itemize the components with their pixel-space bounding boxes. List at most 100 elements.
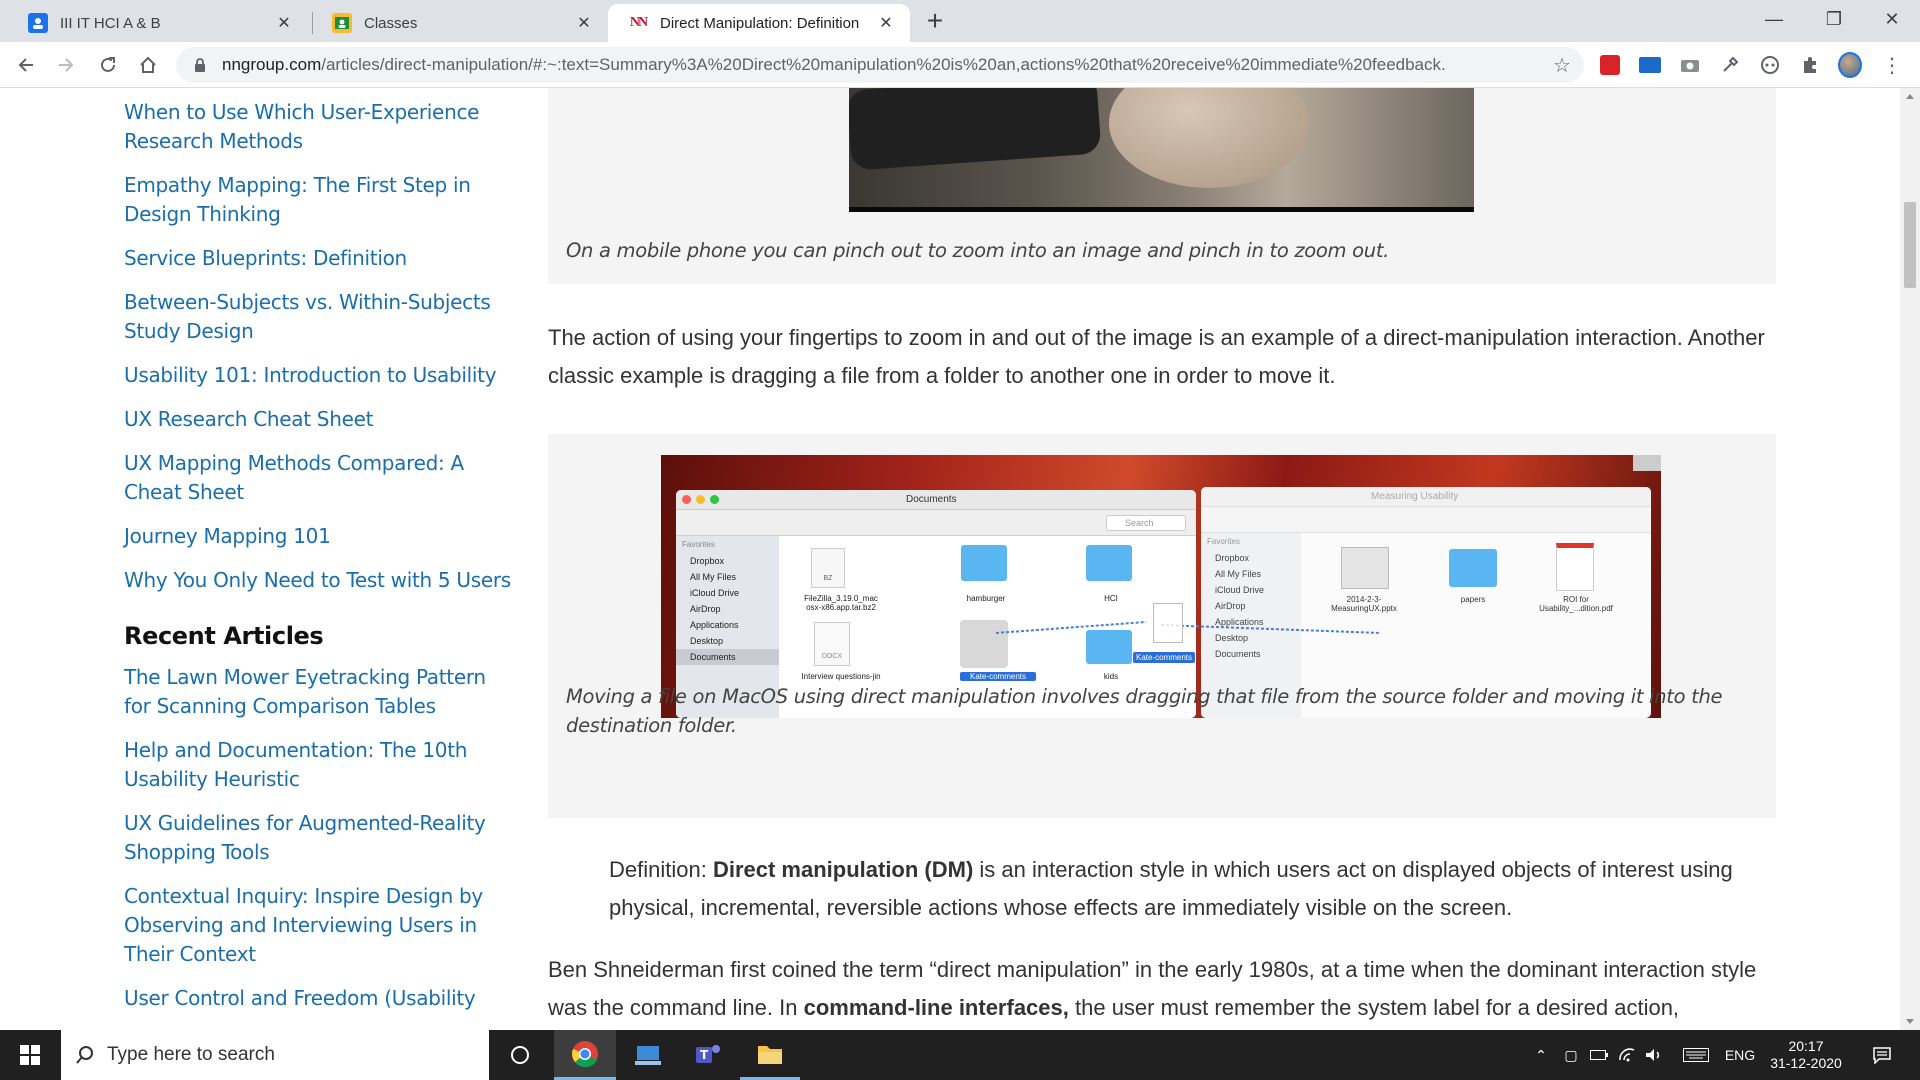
scroll-up-arrow-icon[interactable] bbox=[1906, 94, 1914, 99]
related-link[interactable]: UX Research Cheat Sheet bbox=[124, 405, 514, 434]
paragraph-text: the user must remember the system label … bbox=[1068, 995, 1680, 1020]
search-placeholder: Type here to search bbox=[107, 1044, 275, 1065]
start-button[interactable] bbox=[0, 1030, 60, 1080]
menu-kebab-icon[interactable]: ⋮ bbox=[1880, 53, 1904, 77]
tab-direct-manipulation[interactable]: NN Direct Manipulation: Definition ✕ bbox=[608, 4, 910, 42]
tab-close-icon[interactable]: ✕ bbox=[876, 13, 896, 33]
meet-icon bbox=[28, 13, 48, 33]
task-view-icon bbox=[511, 1046, 529, 1064]
figure-macos-drag: Documents Search Favorites Dropbox All M… bbox=[548, 434, 1776, 818]
figure-caption: Moving a file on MacOS using direct mani… bbox=[566, 685, 1723, 737]
chrome-icon bbox=[572, 1040, 598, 1067]
forward-icon[interactable] bbox=[50, 49, 82, 81]
related-link[interactable]: Empathy Mapping: The First Step in Desig… bbox=[124, 171, 514, 229]
paragraph: The action of using your fingertips to z… bbox=[548, 325, 1765, 388]
bookmark-star-icon[interactable]: ☆ bbox=[1546, 49, 1578, 81]
clock-time: 20:17 bbox=[1788, 1038, 1824, 1054]
battery-icon[interactable] bbox=[1588, 1030, 1610, 1080]
language-indicator[interactable]: ENG bbox=[1720, 1030, 1760, 1080]
hand-shape bbox=[1109, 88, 1309, 188]
recent-article-link[interactable]: Contextual Inquiry: Inspire Design by Ob… bbox=[124, 882, 514, 969]
close-window-button[interactable]: ✕ bbox=[1864, 0, 1920, 38]
classroom-icon bbox=[332, 13, 352, 33]
related-link[interactable]: Usability 101: Introduction to Usability bbox=[124, 361, 514, 390]
profile-avatar[interactable] bbox=[1838, 52, 1862, 78]
recent-article-link[interactable]: User Control and Freedom (Usability bbox=[124, 984, 514, 1013]
acrobat-extension-icon[interactable] bbox=[1598, 53, 1622, 77]
taskbar-file-explorer[interactable] bbox=[740, 1030, 800, 1080]
wifi-icon[interactable] bbox=[1616, 1030, 1638, 1080]
drag-path-arrow bbox=[995, 621, 1382, 634]
recent-article-link[interactable]: UX Guidelines for Augmented-Reality Shop… bbox=[124, 809, 514, 867]
url-host: nngroup.com bbox=[222, 55, 322, 74]
tab-hci[interactable]: III IT HCI A & B ✕ bbox=[8, 4, 308, 42]
folder-icon bbox=[758, 1045, 782, 1064]
tab-classes[interactable]: Classes ✕ bbox=[312, 4, 608, 42]
scroll-down-arrow-icon[interactable] bbox=[1906, 1019, 1914, 1024]
url-text[interactable]: nngroup.com/articles/direct-manipulation… bbox=[222, 55, 1546, 75]
definition-prefix: Definition: bbox=[609, 857, 713, 882]
tab-title: Direct Manipulation: Definition bbox=[660, 14, 860, 32]
page-viewport: When to Use Which User-Experience Resear… bbox=[0, 88, 1900, 1030]
browser-toolbar: nngroup.com/articles/direct-manipulation… bbox=[0, 42, 1920, 88]
taskbar-app[interactable] bbox=[620, 1030, 676, 1080]
related-link[interactable]: Why You Only Need to Test with 5 Users bbox=[124, 566, 514, 595]
windows-taskbar: Type here to search T ⌃ ▢ ENG 20:17 31-1… bbox=[0, 1030, 1920, 1080]
corner-patch bbox=[1633, 455, 1661, 471]
minimize-button[interactable]: — bbox=[1746, 0, 1802, 38]
search-icon bbox=[76, 1046, 93, 1064]
related-link[interactable]: Between-Subjects vs. Within-Subjects Stu… bbox=[124, 288, 514, 346]
nng-icon: NN bbox=[629, 15, 648, 30]
new-tab-button[interactable]: + bbox=[920, 5, 950, 36]
tab-close-icon[interactable]: ✕ bbox=[274, 13, 294, 33]
phone-shape bbox=[849, 88, 1102, 171]
svg-text:T: T bbox=[700, 1048, 709, 1062]
recent-article-link[interactable]: Help and Documentation: The 10th Usabili… bbox=[124, 736, 514, 794]
meet-now-icon[interactable]: ▢ bbox=[1560, 1030, 1582, 1080]
puzzle-extensions-icon[interactable] bbox=[1798, 53, 1822, 77]
volume-icon[interactable] bbox=[1642, 1030, 1666, 1080]
tab-close-icon[interactable]: ✕ bbox=[574, 13, 594, 33]
clock-date: 31-12-2020 bbox=[1770, 1055, 1842, 1071]
related-link[interactable]: Service Blueprints: Definition bbox=[124, 244, 514, 273]
restore-button[interactable]: ❐ bbox=[1806, 0, 1862, 38]
teams-icon: T bbox=[696, 1045, 720, 1063]
scrollbar-thumb[interactable] bbox=[1904, 202, 1916, 288]
tab-title: Classes bbox=[364, 14, 418, 32]
recent-article-link[interactable]: The Lawn Mower Eyetracking Pattern for S… bbox=[124, 663, 514, 721]
task-view-button[interactable] bbox=[492, 1030, 548, 1080]
taskbar-teams[interactable]: T bbox=[680, 1030, 736, 1080]
address-bar[interactable]: nngroup.com/articles/direct-manipulation… bbox=[176, 47, 1584, 83]
back-icon[interactable] bbox=[10, 49, 42, 81]
taskbar-chrome[interactable] bbox=[554, 1030, 616, 1080]
app-icon bbox=[635, 1046, 661, 1065]
lock-icon[interactable] bbox=[192, 57, 208, 73]
notifications-icon[interactable] bbox=[1862, 1030, 1902, 1080]
clock[interactable]: 20:17 31-12-2020 bbox=[1764, 1030, 1848, 1080]
camera-extension-icon[interactable] bbox=[1678, 53, 1702, 77]
taskbar-search-box[interactable]: Type here to search bbox=[61, 1030, 489, 1080]
recent-articles-heading: Recent Articles bbox=[124, 622, 324, 650]
related-link[interactable]: When to Use Which User-Experience Resear… bbox=[124, 98, 514, 156]
circle-extension-icon[interactable] bbox=[1758, 53, 1782, 77]
screen-extension-icon[interactable] bbox=[1638, 53, 1662, 77]
eyedropper-extension-icon[interactable] bbox=[1718, 53, 1742, 77]
related-link[interactable]: UX Mapping Methods Compared: A Cheat She… bbox=[124, 449, 514, 507]
tab-title: III IT HCI A & B bbox=[60, 14, 161, 32]
drag-ghost-file-icon bbox=[1153, 603, 1183, 643]
related-link[interactable]: Journey Mapping 101 bbox=[124, 522, 514, 551]
definition-block: Definition: Direct manipulation (DM) is … bbox=[609, 851, 1776, 927]
windows-logo-icon bbox=[20, 1045, 40, 1065]
url-path: /articles/direct-manipulation/#:~:text=S… bbox=[321, 55, 1446, 74]
show-hidden-icons-icon[interactable]: ⌃ bbox=[1530, 1030, 1552, 1080]
keyboard-icon[interactable] bbox=[1680, 1030, 1712, 1080]
home-icon[interactable] bbox=[132, 49, 164, 81]
macos-screenshot[interactable]: Documents Search Favorites Dropbox All M… bbox=[661, 455, 1661, 718]
paragraph: Ben Shneiderman first coined the term “d… bbox=[548, 951, 1776, 1027]
tab-strip: III IT HCI A & B ✕ Classes ✕ NN Direct M… bbox=[0, 0, 1920, 42]
figure-caption: On a mobile phone you can pinch out to z… bbox=[566, 239, 1390, 262]
pinch-zoom-video-frame[interactable] bbox=[849, 88, 1474, 212]
figure-pinch-zoom: On a mobile phone you can pinch out to z… bbox=[548, 88, 1776, 284]
definition-term: Direct manipulation (DM) bbox=[712, 857, 974, 882]
reload-icon[interactable] bbox=[92, 49, 124, 81]
